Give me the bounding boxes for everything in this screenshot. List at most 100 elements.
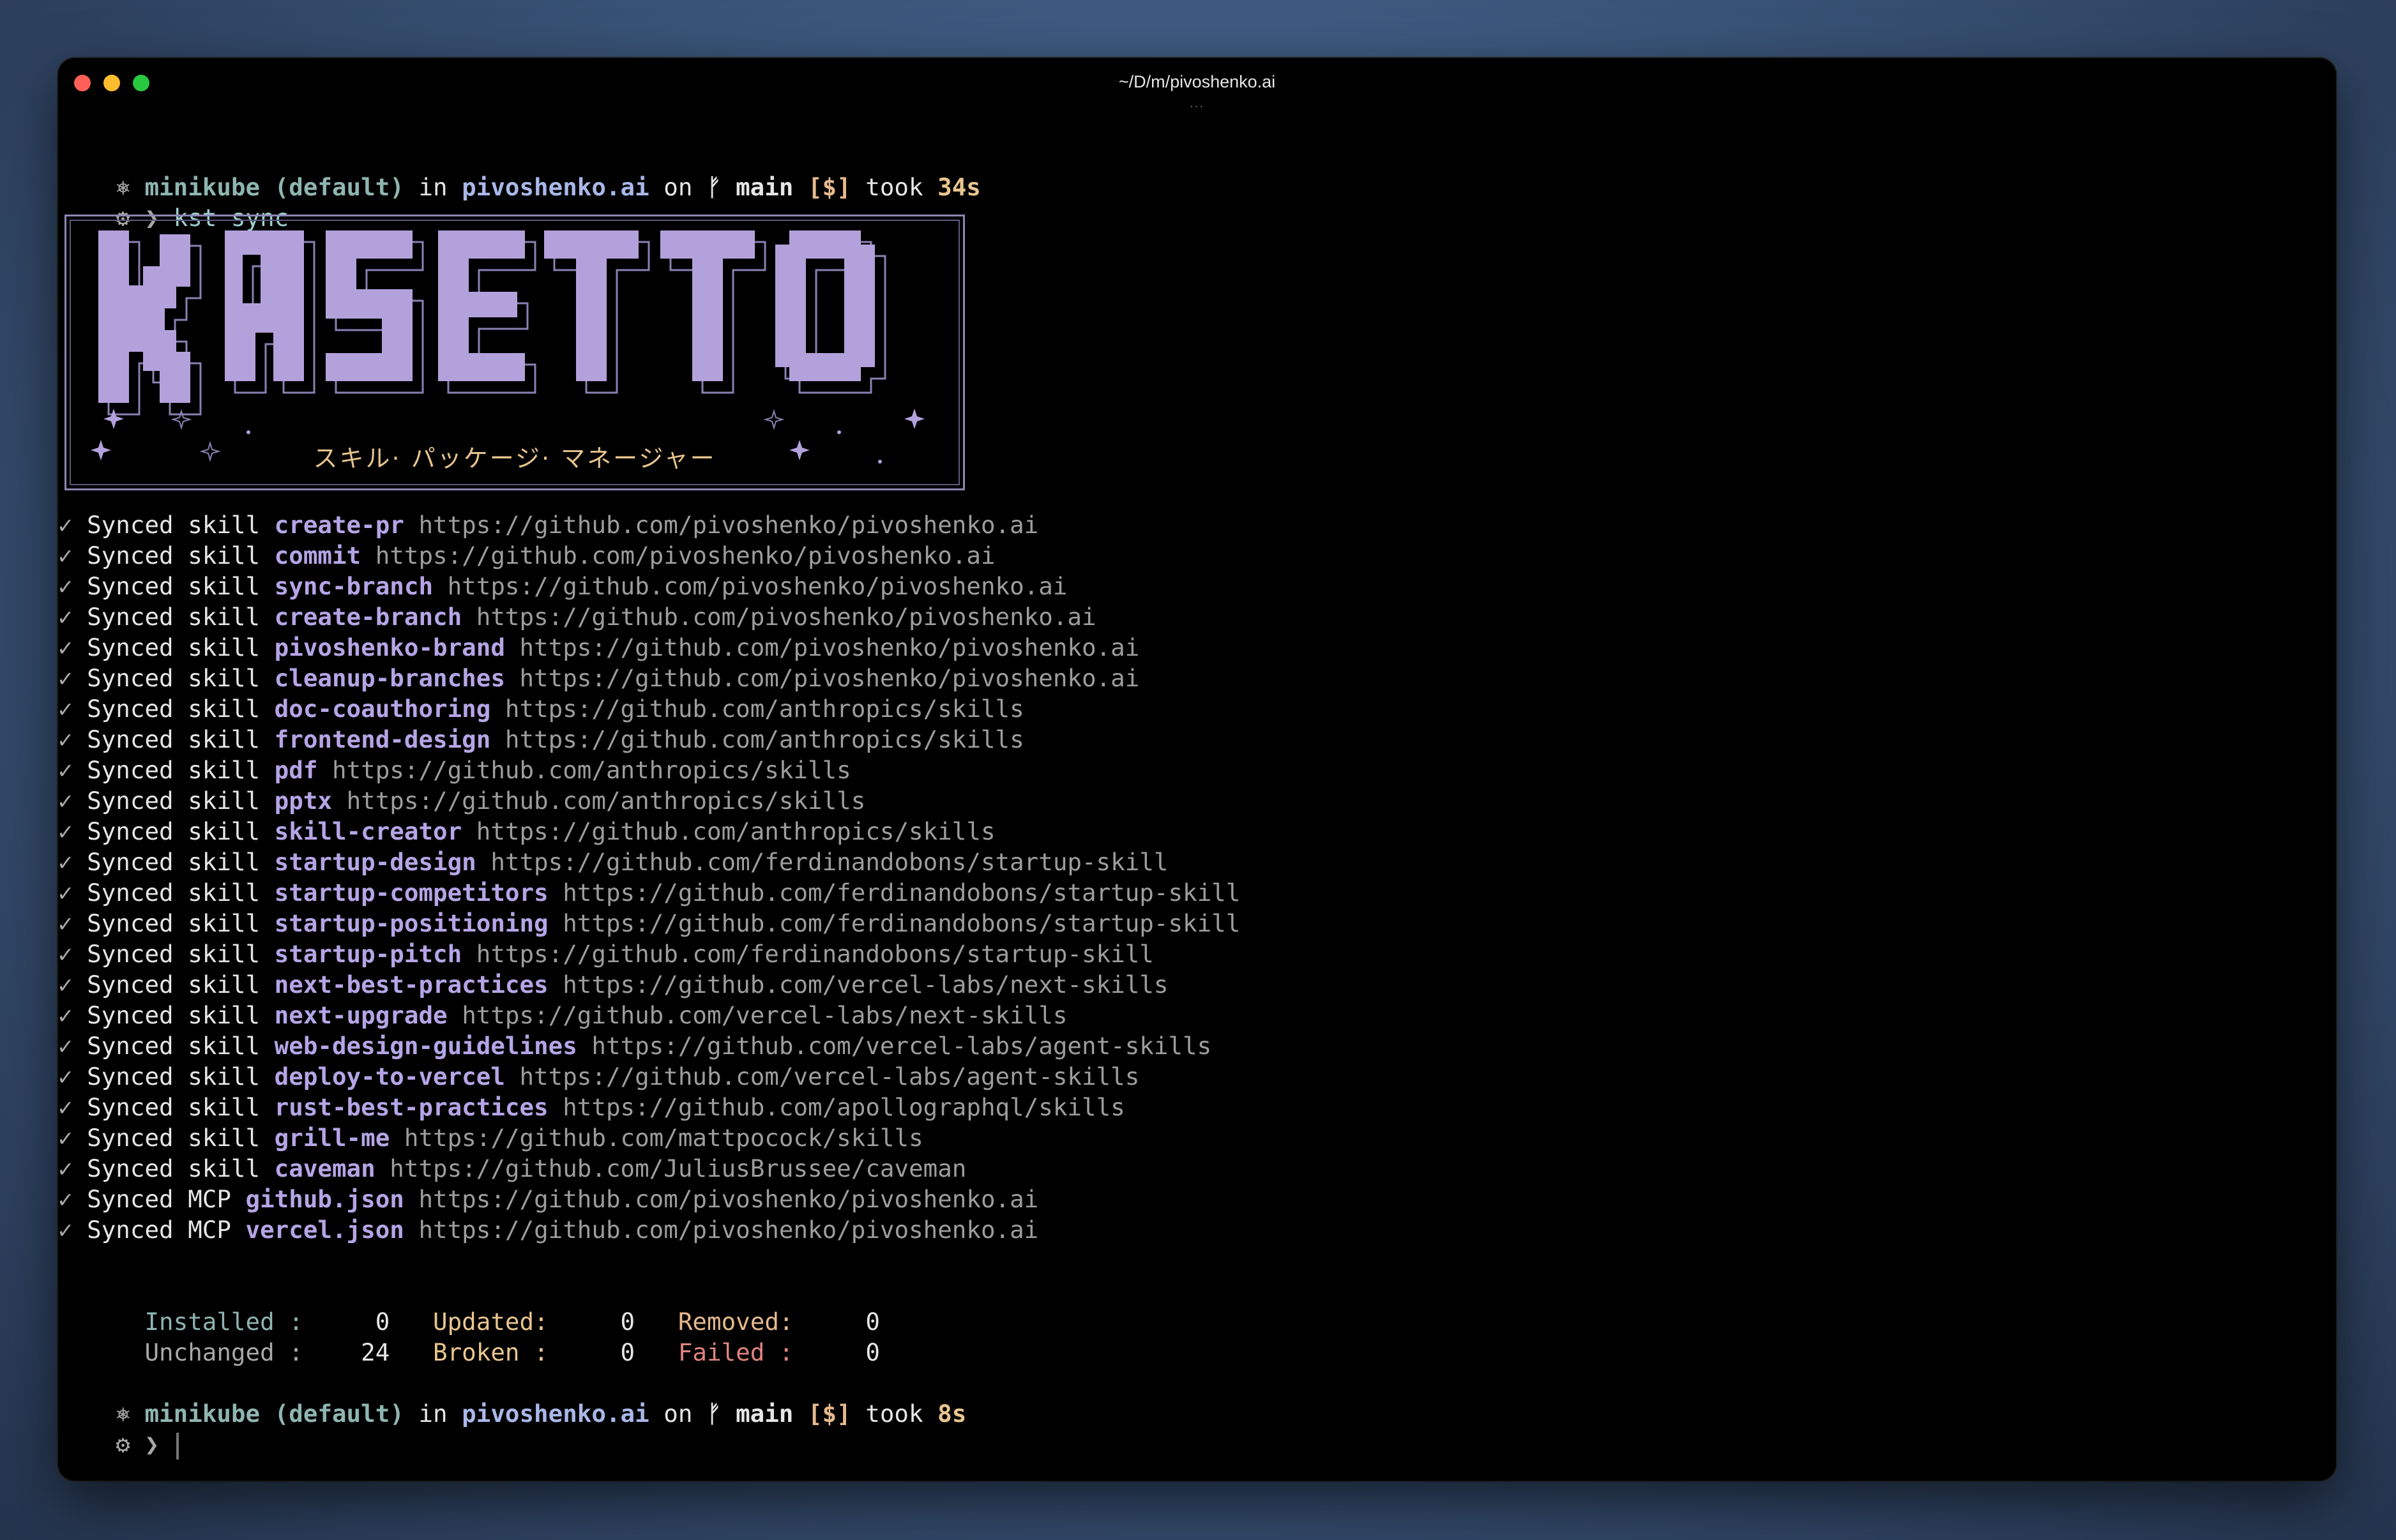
- title-bar: ~/D/m/pivoshenko.ai ...: [58, 58, 2336, 110]
- synced-line: ✓ Synced skill next-upgrade https://gith…: [58, 1000, 1067, 1030]
- source-url[interactable]: https://github.com/anthropics/skills: [505, 695, 1024, 723]
- prompt-line-2: ⎈ minikube (default) in pivoshenko.ai on…: [116, 1400, 967, 1428]
- check-icon: ✓: [58, 756, 73, 784]
- check-icon: ✓: [58, 541, 73, 570]
- check-icon: ✓: [58, 909, 73, 937]
- git-branch-icon: ᚠ: [706, 1400, 722, 1428]
- source-url[interactable]: https://github.com/mattpocock/skills: [404, 1124, 923, 1152]
- synced-prefix: Synced skill: [87, 1093, 261, 1121]
- synced-line: ✓ Synced skill pivoshenko-brand https://…: [58, 632, 1139, 663]
- source-url[interactable]: https://github.com/apollographql/skills: [563, 1093, 1125, 1121]
- check-icon: ✓: [58, 1124, 73, 1152]
- source-url[interactable]: https://github.com/vercel-labs/next-skil…: [563, 970, 1168, 999]
- synced-prefix: Synced skill: [87, 879, 261, 907]
- synced-prefix: Synced skill: [87, 1001, 261, 1029]
- synced-line: ✓ Synced skill pptx https://github.com/a…: [58, 785, 865, 816]
- skill-name: create-pr: [274, 511, 404, 539]
- source-url[interactable]: https://github.com/ferdinandobons/startu…: [490, 848, 1168, 876]
- synced-line: ✓ Synced skill startup-positioning https…: [58, 908, 1240, 939]
- check-icon: ✓: [58, 1032, 73, 1060]
- skill-name: web-design-guidelines: [274, 1032, 577, 1060]
- skill-name: pdf: [274, 756, 318, 784]
- skill-name: skill-creator: [274, 817, 462, 845]
- source-url[interactable]: https://github.com/ferdinandobons/startu…: [563, 909, 1240, 937]
- check-icon: ✓: [58, 787, 73, 815]
- synced-prefix: Synced skill: [87, 909, 261, 937]
- synced-line: ✓ Synced MCP github.json https://github.…: [58, 1184, 1038, 1214]
- synced-line: ✓ Synced skill create-pr https://github.…: [58, 510, 1038, 540]
- skill-name: cleanup-branches: [274, 664, 505, 692]
- source-url[interactable]: https://github.com/pivoshenko/pivoshenko…: [448, 572, 1068, 600]
- source-url[interactable]: https://github.com/vercel-labs/agent-ski…: [591, 1032, 1211, 1060]
- skill-name: startup-positioning: [274, 909, 549, 937]
- synced-line: ✓ Synced skill deploy-to-vercel https://…: [58, 1061, 1139, 1092]
- skill-name: github.json: [245, 1185, 404, 1213]
- synced-prefix: Synced MCP: [87, 1216, 231, 1244]
- prompt-symbol: ⚙ ❯: [116, 1430, 160, 1458]
- check-icon: ✓: [58, 1001, 73, 1029]
- skill-name: next-best-practices: [274, 970, 549, 999]
- synced-prefix: Synced skill: [87, 541, 261, 570]
- synced-line: ✓ Synced skill startup-pitch https://git…: [58, 939, 1154, 969]
- synced-line: ✓ Synced skill cleanup-branches https://…: [58, 663, 1139, 693]
- check-icon: ✓: [58, 1062, 73, 1091]
- source-url[interactable]: https://github.com/pivoshenko/pivoshenko…: [476, 603, 1096, 631]
- synced-prefix: Synced skill: [87, 603, 261, 631]
- banner-subtitle: スキル· パッケージ· マネージャー: [313, 444, 717, 472]
- source-url[interactable]: https://github.com/JuliusBrussee/caveman: [390, 1154, 966, 1182]
- skill-name: create-branch: [274, 603, 462, 631]
- summary-row-1: Installed : 0 Updated: 0 Removed: 0: [144, 1308, 880, 1336]
- skill-name: grill-me: [274, 1124, 390, 1152]
- synced-line: ✓ Synced skill rust-best-practices https…: [58, 1092, 1125, 1122]
- synced-prefix: Synced skill: [87, 848, 261, 876]
- source-url[interactable]: https://github.com/pivoshenko/pivoshenko…: [375, 541, 996, 570]
- check-icon: ✓: [58, 1185, 73, 1213]
- skill-name: frontend-design: [274, 725, 491, 753]
- check-icon: ✓: [58, 848, 73, 876]
- source-url[interactable]: https://github.com/anthropics/skills: [476, 817, 996, 845]
- check-icon: ✓: [58, 817, 73, 845]
- check-icon: ✓: [58, 1154, 73, 1182]
- source-url[interactable]: https://github.com/anthropics/skills: [332, 756, 851, 784]
- synced-line: ✓ Synced skill startup-design https://gi…: [58, 847, 1168, 877]
- check-icon: ✓: [58, 633, 73, 661]
- summary-row-2: Unchanged : 24 Broken : 0 Failed : 0: [144, 1338, 880, 1366]
- source-url[interactable]: https://github.com/vercel-labs/agent-ski…: [519, 1062, 1139, 1091]
- source-url[interactable]: https://github.com/vercel-labs/next-skil…: [462, 1001, 1067, 1029]
- synced-line: ✓ Synced skill sync-branch https://githu…: [58, 571, 1067, 601]
- skill-name: startup-pitch: [274, 940, 462, 968]
- source-url[interactable]: https://github.com/pivoshenko/pivoshenko…: [519, 633, 1139, 661]
- skill-name: deploy-to-vercel: [274, 1062, 505, 1091]
- skill-name: pivoshenko-brand: [274, 633, 505, 661]
- synced-line: ✓ Synced skill web-design-guidelines htt…: [58, 1030, 1211, 1061]
- text-cursor[interactable]: [176, 1432, 179, 1460]
- source-url[interactable]: https://github.com/ferdinandobons/startu…: [476, 940, 1154, 968]
- source-url[interactable]: https://github.com/pivoshenko/pivoshenko…: [418, 511, 1038, 539]
- synced-prefix: Synced skill: [87, 940, 261, 968]
- synced-prefix: Synced skill: [87, 725, 261, 753]
- skill-name: commit: [274, 541, 361, 570]
- source-url[interactable]: https://github.com/anthropics/skills: [505, 725, 1024, 753]
- synced-prefix: Synced skill: [87, 970, 261, 999]
- kasetto-banner: スキル· パッケージ· マネージャー: [64, 215, 965, 490]
- synced-prefix: Synced MCP: [87, 1185, 231, 1213]
- input-line[interactable]: ⚙ ❯: [58, 1398, 179, 1460]
- source-url[interactable]: https://github.com/pivoshenko/pivoshenko…: [519, 664, 1139, 692]
- skill-name: next-upgrade: [274, 1001, 448, 1029]
- synced-prefix: Synced skill: [87, 1032, 261, 1060]
- skill-name: doc-coauthoring: [274, 695, 491, 723]
- synced-line: ✓ Synced skill commit https://github.com…: [58, 540, 996, 571]
- check-icon: ✓: [58, 695, 73, 723]
- synced-line: ✓ Synced skill startup-competitors https…: [58, 877, 1240, 908]
- check-icon: ✓: [58, 1093, 73, 1121]
- skill-name: vercel.json: [245, 1216, 404, 1244]
- source-url[interactable]: https://github.com/pivoshenko/pivoshenko…: [418, 1216, 1038, 1244]
- source-url[interactable]: https://github.com/anthropics/skills: [347, 787, 866, 815]
- synced-prefix: Synced skill: [87, 1062, 261, 1091]
- check-icon: ✓: [58, 725, 73, 753]
- source-url[interactable]: https://github.com/ferdinandobons/startu…: [563, 879, 1240, 907]
- source-url[interactable]: https://github.com/pivoshenko/pivoshenko…: [418, 1185, 1038, 1213]
- check-icon: ✓: [58, 1216, 73, 1244]
- tab-indicator: ...: [1190, 96, 1204, 110]
- synced-prefix: Synced skill: [87, 633, 261, 661]
